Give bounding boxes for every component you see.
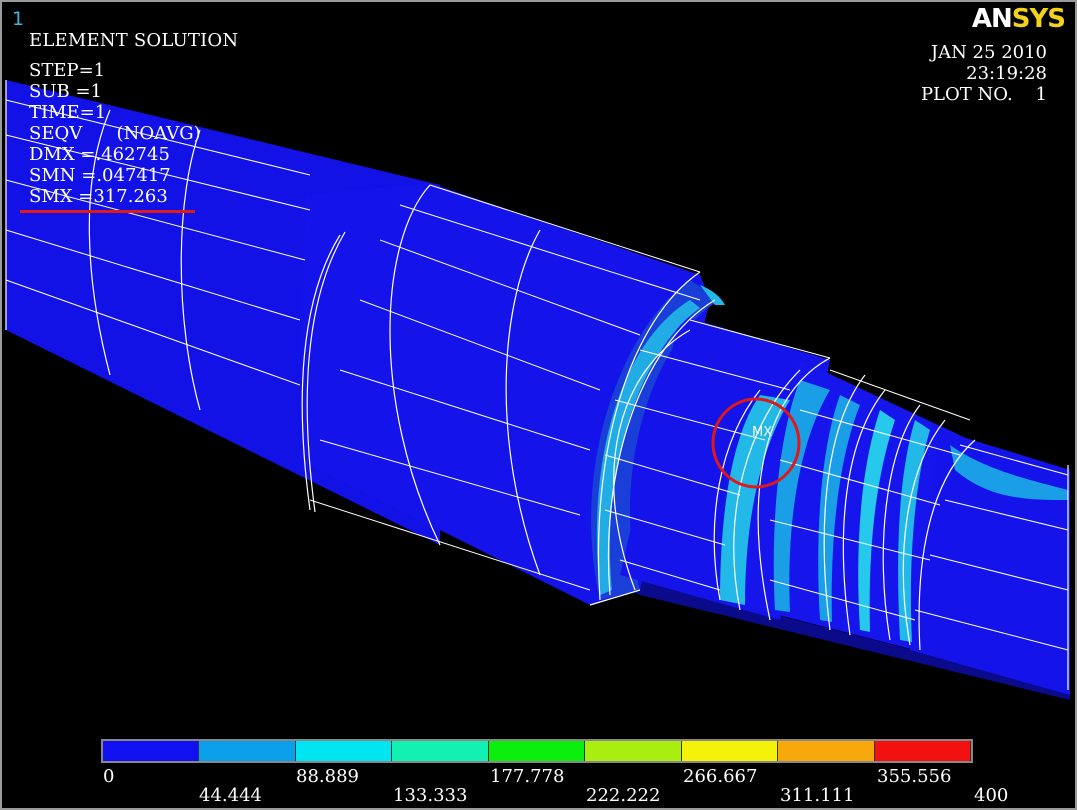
legend-swatch (199, 741, 296, 761)
legend-swatch (681, 741, 779, 761)
info-smx: SMX =317.263 (29, 186, 168, 207)
legend-swatch (585, 741, 682, 761)
info-time: TIME=1 (29, 102, 107, 123)
logo-part-sys: SYS (1011, 4, 1066, 34)
legend-swatch (295, 741, 393, 761)
plot-date: JAN 25 2010 (930, 42, 1047, 63)
plot-time: 23:19:28 (966, 63, 1047, 84)
solution-info: STEP=1 SUB =1 TIME=1 SEQV (NOAVG) DMX =.… (29, 60, 201, 207)
date-block: JAN 25 2010 23:19:28 PLOT NO. 1 (921, 42, 1047, 105)
legend-bottom-label: 133.333 (393, 785, 468, 806)
window-number: 1 (12, 8, 25, 30)
legend-bottom-label: 44.444 (199, 785, 262, 806)
smx-underline (20, 210, 195, 213)
legend-swatch (778, 741, 875, 761)
legend-top-label: 266.667 (683, 766, 758, 787)
plot-title: ELEMENT SOLUTION (29, 30, 239, 51)
legend-swatch (488, 741, 586, 761)
mx-marker: MX (752, 425, 772, 440)
plot-number: PLOT NO. 1 (920, 84, 1047, 105)
legend-top-label: 177.778 (490, 766, 565, 787)
legend-bottom-label: 400 (974, 785, 1009, 806)
info-smn: SMN =.047417 (29, 165, 171, 186)
contour-legend-bar (101, 739, 973, 763)
legend-top-label: 355.556 (877, 766, 952, 787)
legend-bottom-label: 222.222 (586, 785, 661, 806)
legend-top-label: 88.889 (296, 766, 359, 787)
legend-swatch (392, 741, 489, 761)
info-dmx: DMX =.462745 (29, 144, 170, 165)
legend-bottom-label: 311.111 (780, 785, 855, 806)
legend-swatch (874, 741, 971, 761)
legend-top-label: 0 (103, 766, 115, 787)
ansys-logo: ANSYS (971, 4, 1066, 34)
info-step: STEP=1 (29, 60, 106, 81)
info-seqv: SEQV (NOAVG) (29, 123, 201, 144)
info-sub: SUB =1 (29, 81, 102, 102)
legend-swatch (103, 741, 200, 761)
logo-part-an: AN (971, 4, 1013, 34)
